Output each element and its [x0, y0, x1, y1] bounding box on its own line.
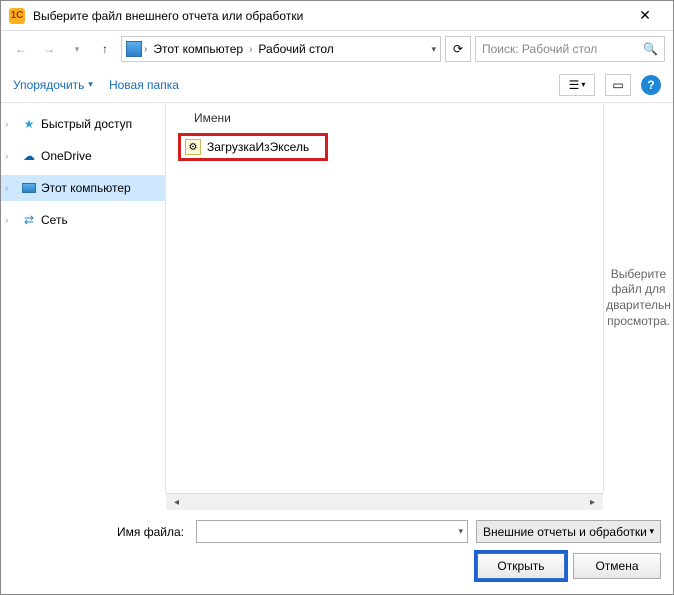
tree-label: Быстрый доступ — [41, 117, 132, 131]
help-button[interactable]: ? — [641, 75, 661, 95]
bottom-panel: Имя файла: ▾ Внешние отчеты и обработки … — [1, 510, 673, 591]
pc-icon — [126, 41, 142, 57]
up-button[interactable]: ↑ — [93, 37, 117, 61]
chevron-right-icon[interactable]: › — [5, 151, 17, 162]
chevron-right-icon[interactable]: › — [5, 183, 17, 194]
chevron-right-icon[interactable]: › — [5, 119, 17, 130]
app-icon: 1C — [9, 8, 25, 24]
open-button[interactable]: Открыть — [477, 553, 565, 579]
horizontal-scrollbar[interactable]: ◂ ▸ — [166, 493, 603, 510]
chevron-down-icon: ▾ — [649, 526, 654, 537]
tree-label: Сеть — [41, 213, 68, 227]
tree-quick-access[interactable]: › ★ Быстрый доступ — [1, 111, 165, 137]
file-list[interactable]: Имени ⚙ ЗагрузкаИзЭксель — [166, 103, 603, 493]
search-input[interactable]: Поиск: Рабочий стол 🔍 — [475, 36, 665, 62]
chevron-down-icon[interactable]: ▾ — [431, 44, 436, 55]
column-header-name[interactable]: Имени — [178, 111, 591, 125]
close-button[interactable]: ✕ — [625, 2, 665, 30]
filename-row: Имя файла: ▾ Внешние отчеты и обработки … — [13, 520, 661, 543]
file-icon: ⚙ — [185, 139, 201, 155]
back-button[interactable]: ← — [9, 37, 33, 61]
organize-menu[interactable]: Упорядочить ▾ — [13, 78, 93, 92]
chevron-down-icon[interactable]: ▾ — [458, 526, 463, 537]
search-placeholder: Поиск: Рабочий стол — [482, 42, 597, 56]
tree-this-pc[interactable]: › Этот компьютер — [1, 175, 165, 201]
monitor-icon — [21, 180, 37, 196]
network-icon: ⇄ — [21, 212, 37, 228]
recent-dropdown[interactable]: ▾ — [65, 37, 89, 61]
cloud-icon: ☁ — [21, 148, 37, 164]
navigation-row: ← → ▾ ↑ › Этот компьютер › Рабочий стол … — [1, 31, 673, 67]
filename-label: Имя файла: — [13, 525, 188, 539]
organize-label: Упорядочить — [13, 78, 84, 92]
tree-label: Этот компьютер — [41, 181, 131, 195]
filter-label: Внешние отчеты и обработки — [483, 525, 647, 539]
preview-pane: Выберите файл для дварительн просмотра. — [603, 103, 673, 493]
star-icon: ★ — [21, 116, 37, 132]
toolbar: Упорядочить ▾ Новая папка ☰ ▾ ▭ ? — [1, 67, 673, 103]
tree-label: OneDrive — [41, 149, 92, 163]
scroll-left-button[interactable]: ◂ — [168, 495, 185, 510]
refresh-button[interactable]: ⟳ — [445, 36, 471, 62]
chevron-down-icon: ▾ — [88, 79, 93, 90]
open-label: Открыть — [497, 559, 544, 573]
chevron-right-icon: › — [249, 44, 252, 55]
breadcrumb-desktop[interactable]: Рабочий стол — [254, 40, 337, 58]
preview-text: Выберите файл для дварительн просмотра. — [606, 267, 671, 329]
titlebar: 1C Выберите файл внешнего отчета или обр… — [1, 1, 673, 31]
new-folder-button[interactable]: Новая папка — [109, 78, 179, 92]
address-bar[interactable]: › Этот компьютер › Рабочий стол ▾ — [121, 36, 441, 62]
file-item[interactable]: ⚙ ЗагрузкаИзЭксель — [178, 133, 328, 161]
scroll-right-button[interactable]: ▸ — [584, 495, 601, 510]
filename-input[interactable]: ▾ — [196, 520, 468, 543]
tree-onedrive[interactable]: › ☁ OneDrive — [1, 143, 165, 169]
cancel-label: Отмена — [595, 559, 638, 573]
file-name: ЗагрузкаИзЭксель — [207, 140, 309, 154]
preview-icon: ▭ — [612, 78, 623, 92]
forward-button: → — [37, 37, 61, 61]
window-title: Выберите файл внешнего отчета или обрабо… — [33, 9, 625, 23]
chevron-down-icon: ▾ — [581, 80, 585, 89]
file-pane: Имени ⚙ ЗагрузкаИзЭксель Выберите файл д… — [166, 103, 673, 493]
file-type-filter[interactable]: Внешние отчеты и обработки ▾ — [476, 520, 661, 543]
chevron-right-icon[interactable]: › — [5, 215, 17, 226]
button-row: Открыть Отмена — [13, 553, 661, 579]
chevron-right-icon: › — [144, 44, 147, 55]
tree-network[interactable]: › ⇄ Сеть — [1, 207, 165, 233]
preview-pane-button[interactable]: ▭ — [605, 74, 631, 96]
list-icon: ☰ — [569, 78, 580, 92]
search-icon: 🔍 — [643, 42, 658, 56]
cancel-button[interactable]: Отмена — [573, 553, 661, 579]
navigation-tree: › ★ Быстрый доступ › ☁ OneDrive › Этот к… — [1, 103, 166, 493]
main-area: › ★ Быстрый доступ › ☁ OneDrive › Этот к… — [1, 103, 673, 493]
newfolder-label: Новая папка — [109, 78, 179, 92]
breadcrumb-thispc[interactable]: Этот компьютер — [149, 40, 247, 58]
view-mode-button[interactable]: ☰ ▾ — [559, 74, 595, 96]
